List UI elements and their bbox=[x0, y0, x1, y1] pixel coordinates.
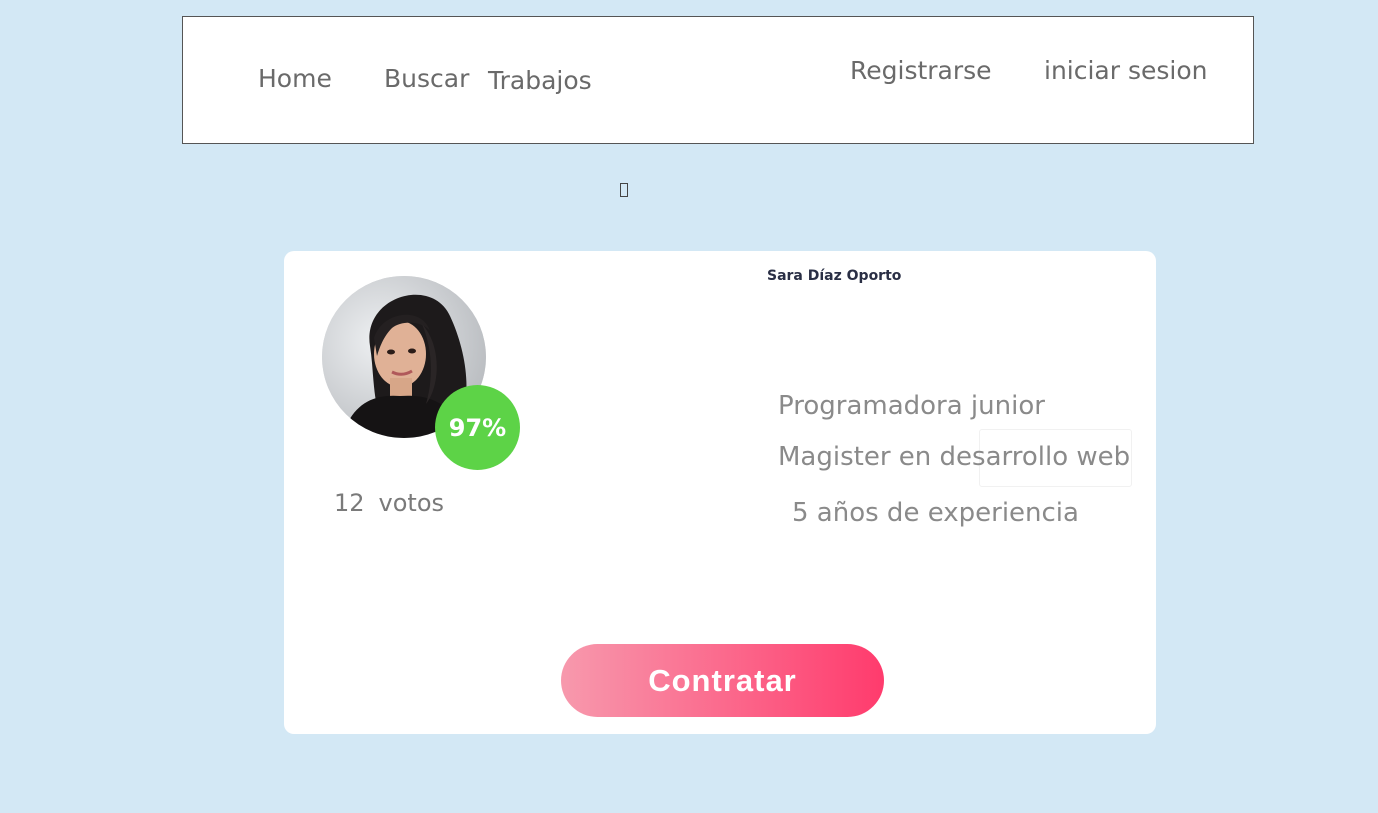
hire-button[interactable]: Contratar bbox=[561, 644, 884, 717]
nav-home-link[interactable]: Home bbox=[258, 64, 332, 93]
votes: 12 votos bbox=[334, 489, 458, 517]
profile-role: Programadora junior bbox=[778, 391, 1045, 421]
profile-experience: 5 años de experiencia bbox=[792, 498, 1079, 528]
votes-label: votos bbox=[378, 489, 445, 517]
top-navbar: Home Buscar Trabajos Registrarse iniciar… bbox=[182, 16, 1254, 144]
score-badge: 97% bbox=[435, 385, 520, 470]
missing-glyph-icon bbox=[620, 183, 628, 197]
profile-degree: Magister en desarrollo web bbox=[778, 442, 1131, 472]
profile-card: 97% 12 votos Sara Díaz Oporto Programador… bbox=[284, 251, 1156, 734]
nav-buscar-link[interactable]: Buscar bbox=[384, 64, 469, 93]
nav-login-link[interactable]: iniciar sesion bbox=[1044, 56, 1208, 85]
profile-name: Sara Díaz Oporto bbox=[767, 268, 902, 284]
nav-registrarse-link[interactable]: Registrarse bbox=[850, 56, 992, 85]
votes-count: 12 bbox=[334, 489, 365, 517]
nav-trabajos-link[interactable]: Trabajos bbox=[488, 66, 592, 95]
